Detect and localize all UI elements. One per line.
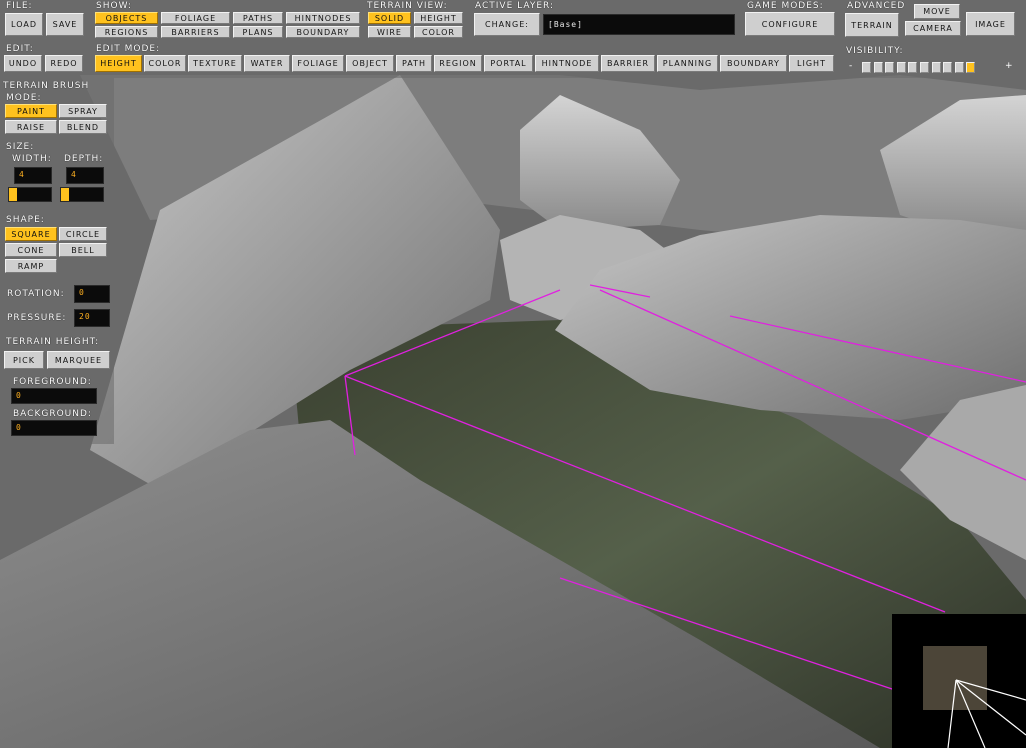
- advanced-label: Advanced: [847, 1, 906, 11]
- edit-mode-boundary-button[interactable]: Boundary: [720, 55, 787, 72]
- visibility-segment[interactable]: [931, 62, 941, 73]
- marquee-button[interactable]: Marquee: [47, 351, 110, 369]
- show-hintnodes-button[interactable]: HintNodes: [286, 12, 360, 24]
- load-button[interactable]: Load: [5, 13, 43, 36]
- show-regions-button[interactable]: Regions: [95, 26, 158, 38]
- visibility-increase-button[interactable]: +: [1005, 61, 1013, 71]
- edit-mode-light-button[interactable]: Light: [789, 55, 834, 72]
- depth-slider[interactable]: [60, 187, 104, 202]
- undo-button[interactable]: Undo: [4, 55, 42, 72]
- show-paths-button[interactable]: Paths: [233, 12, 283, 24]
- edit-mode-portal-button[interactable]: Portal: [484, 55, 533, 72]
- camera-button[interactable]: Camera: [905, 21, 961, 36]
- mode-raise-button[interactable]: Raise: [5, 120, 57, 134]
- game-modes-label: Game Modes:: [747, 1, 824, 11]
- visibility-segment[interactable]: [873, 62, 883, 73]
- foreground-label: Foreground:: [13, 377, 92, 387]
- show-plans-button[interactable]: Plans: [233, 26, 283, 38]
- terrain-view-solid-button[interactable]: Solid: [368, 12, 411, 24]
- terrain-view-color-button[interactable]: Color: [414, 26, 463, 38]
- edit-mode-texture-button[interactable]: Texture: [188, 55, 242, 72]
- mode-spray-button[interactable]: Spray: [59, 104, 107, 118]
- shape-bell-button[interactable]: Bell: [59, 243, 107, 257]
- change-layer-button[interactable]: Change:: [474, 13, 540, 36]
- visibility-segment[interactable]: [862, 62, 871, 73]
- active-layer-label: Active Layer:: [475, 1, 555, 11]
- foreground-field[interactable]: 0: [11, 388, 97, 404]
- configure-button[interactable]: Configure: [745, 12, 835, 36]
- pressure-label: Pressure:: [7, 313, 67, 323]
- edit-mode-barrier-button[interactable]: Barrier: [601, 55, 655, 72]
- minimap[interactable]: [892, 614, 1026, 748]
- terrain-view-wire-button[interactable]: Wire: [368, 26, 411, 38]
- background-label: Background:: [13, 409, 92, 419]
- pressure-field[interactable]: 20: [74, 309, 110, 327]
- edit-mode-object-button[interactable]: Object: [346, 55, 394, 72]
- edit-mode-foliage-button[interactable]: Foliage: [292, 55, 344, 72]
- show-foliage-button[interactable]: Foliage: [161, 12, 230, 24]
- mode-paint-button[interactable]: Paint: [5, 104, 57, 118]
- width-slider[interactable]: [8, 187, 52, 202]
- save-button[interactable]: Save: [46, 13, 84, 36]
- visibility-segment[interactable]: [896, 62, 906, 73]
- mode-blend-button[interactable]: Blend: [59, 120, 107, 134]
- active-layer-field[interactable]: [Base]: [543, 14, 735, 35]
- redo-button[interactable]: Redo: [45, 55, 83, 72]
- show-label: Show:: [96, 1, 132, 11]
- terrain-view-label: Terrain View:: [367, 1, 448, 11]
- edit-mode-water-button[interactable]: Water: [244, 55, 290, 72]
- visibility-segment[interactable]: [943, 62, 953, 73]
- depth-label: Depth:: [64, 154, 104, 164]
- width-field[interactable]: 4: [14, 167, 52, 184]
- shape-label: Shape:: [6, 215, 45, 225]
- terrain-height-label: Terrain Height:: [6, 337, 100, 347]
- show-barriers-button[interactable]: Barriers: [161, 26, 230, 38]
- shape-square-button[interactable]: Square: [5, 227, 57, 241]
- visibility-segment[interactable]: [908, 62, 918, 73]
- move-button[interactable]: Move: [914, 4, 960, 19]
- terrain-brush-title: Terrain Brush: [3, 81, 90, 91]
- pick-button[interactable]: Pick: [4, 351, 44, 369]
- terrain-viewport[interactable]: [0, 0, 1026, 748]
- edit-mode-planning-button[interactable]: Planning: [657, 55, 718, 72]
- visibility-decrease-button[interactable]: -: [849, 61, 852, 71]
- shape-cone-button[interactable]: Cone: [5, 243, 57, 257]
- terrain-view-height-button[interactable]: Height: [414, 12, 463, 24]
- shape-circle-button[interactable]: Circle: [59, 227, 107, 241]
- size-label: Size:: [6, 142, 35, 152]
- visibility-segment[interactable]: [966, 62, 976, 73]
- file-label: File:: [6, 1, 33, 11]
- background-field[interactable]: 0: [11, 420, 97, 436]
- visibility-segment[interactable]: [954, 62, 964, 73]
- edit-mode-hintnode-button[interactable]: HintNode: [535, 55, 599, 72]
- image-button[interactable]: Image: [966, 12, 1015, 36]
- edit-mode-height-button[interactable]: Height: [95, 55, 142, 72]
- mode-label: Mode:: [6, 93, 42, 103]
- edit-mode-region-button[interactable]: Region: [434, 55, 482, 72]
- rotation-label: Rotation:: [7, 289, 65, 299]
- edit-mode-label: Edit Mode:: [96, 44, 161, 54]
- visibility-label: Visibility:: [846, 46, 904, 56]
- rotation-field[interactable]: 0: [74, 285, 110, 303]
- visibility-segment[interactable]: [885, 62, 895, 73]
- edit-mode-color-button[interactable]: Color: [144, 55, 186, 72]
- visibility-segment[interactable]: [920, 62, 929, 73]
- edit-label: Edit:: [6, 44, 34, 54]
- shape-ramp-button[interactable]: Ramp: [5, 259, 57, 273]
- width-label: Width:: [12, 154, 52, 164]
- show-boundary-button[interactable]: Boundary: [286, 26, 360, 38]
- edit-mode-path-button[interactable]: Path: [396, 55, 432, 72]
- show-objects-button[interactable]: Objects: [95, 12, 158, 24]
- depth-field[interactable]: 4: [66, 167, 104, 184]
- advanced-terrain-button[interactable]: Terrain: [845, 13, 899, 37]
